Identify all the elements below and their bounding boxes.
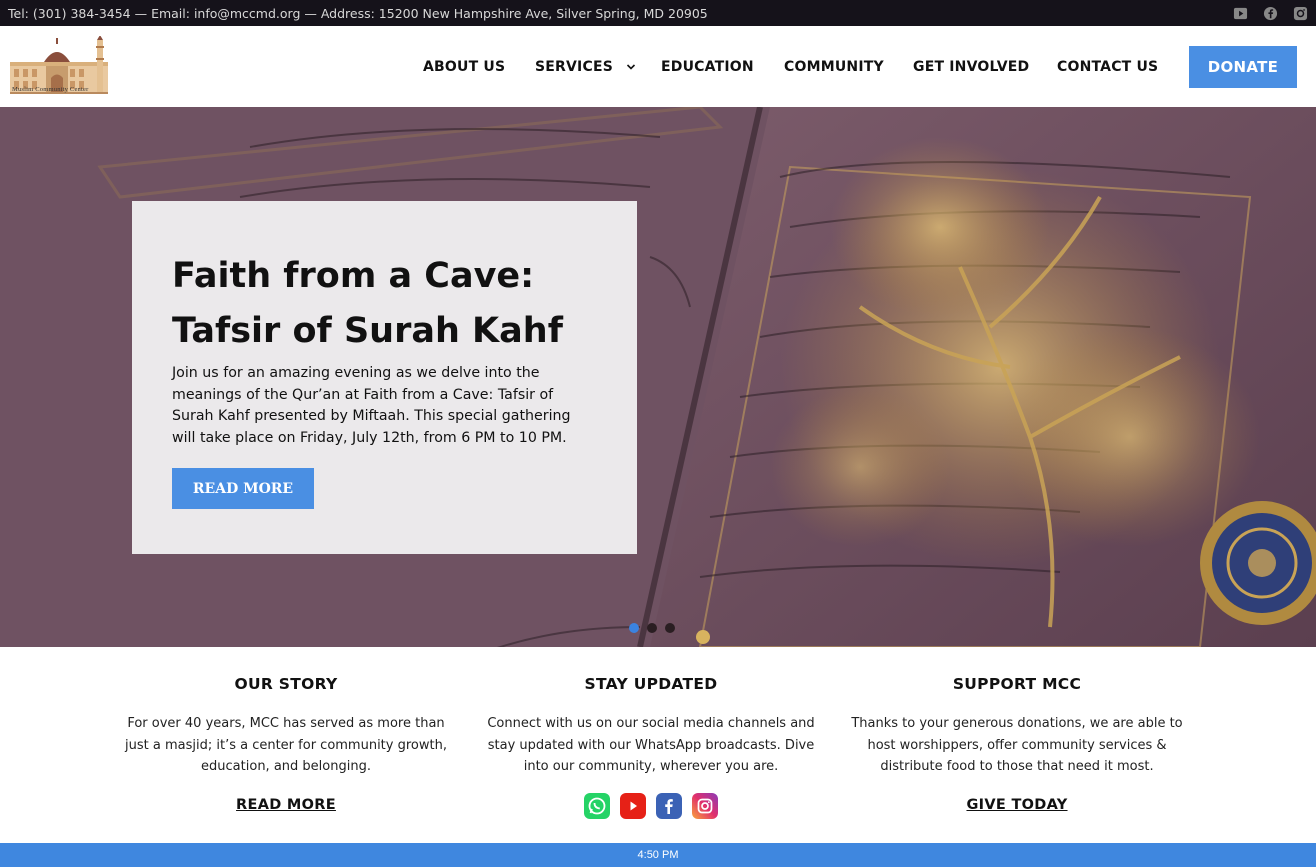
our-story-heading: OUR STORY	[234, 675, 338, 693]
nav-about-us[interactable]: ABOUT US	[423, 59, 505, 75]
youtube-icon[interactable]	[620, 793, 646, 819]
whatsapp-icon[interactable]	[584, 793, 610, 819]
bottom-bar: 4:50 PM	[0, 843, 1316, 867]
nav-community[interactable]: COMMUNITY	[784, 59, 884, 75]
nav-contact-us[interactable]: CONTACT US	[1057, 59, 1158, 75]
give-today-link[interactable]: GIVE TODAY	[847, 797, 1187, 813]
facebook-icon[interactable]	[1263, 6, 1278, 21]
nav-education[interactable]: EDUCATION	[661, 59, 754, 75]
stay-updated-heading: STAY UPDATED	[584, 675, 718, 693]
top-bar: Tel: (301) 384-3454 — Email: info@mccmd.…	[0, 0, 1316, 26]
our-story-text: For over 40 years, MCC has served as mor…	[125, 716, 447, 774]
hero-slider: Faith from a Cave: Tafsir of Surah Kahf …	[0, 107, 1316, 647]
slider-dot-3[interactable]	[665, 623, 675, 633]
donate-button[interactable]: DONATE	[1189, 46, 1297, 88]
hero-title: Faith from a Cave: Tafsir of Surah Kahf	[172, 256, 563, 351]
youtube-icon[interactable]	[1233, 6, 1248, 21]
chevron-down-icon	[626, 59, 636, 75]
support-mcc-text: Thanks to your generous donations, we ar…	[851, 716, 1183, 774]
social-icons	[481, 793, 821, 819]
hero-read-more-button[interactable]: READ MORE	[172, 468, 314, 509]
facebook-icon[interactable]	[656, 793, 682, 819]
info-section: OUR STORY For over 40 years, MCC has ser…	[0, 647, 1316, 843]
slider-dot-1[interactable]	[629, 623, 639, 633]
slider-dot-2[interactable]	[647, 623, 657, 633]
hero-card: Faith from a Cave: Tafsir of Surah Kahf …	[132, 201, 637, 554]
clock-time: 4:50 PM	[637, 849, 679, 861]
contact-info: Tel: (301) 384-3454 — Email: info@mccmd.…	[8, 5, 708, 21]
instagram-icon[interactable]	[1293, 6, 1308, 21]
instagram-icon[interactable]	[692, 793, 718, 819]
support-mcc-heading: SUPPORT MCC	[952, 675, 1082, 693]
slider-dots	[629, 623, 675, 633]
our-story-read-more-link[interactable]: READ MORE	[116, 797, 456, 813]
stay-updated-text: Connect with us on our social media chan…	[487, 716, 815, 774]
nav-get-involved[interactable]: GET INVOLVED	[913, 59, 1029, 75]
hero-description: Join us for an amazing evening as we del…	[172, 365, 571, 446]
nav-services[interactable]: SERVICES	[535, 59, 636, 75]
nav-services-label: SERVICES	[535, 59, 613, 75]
logo-caption: Muslim Community Center	[12, 86, 89, 93]
top-social-links	[1233, 6, 1308, 21]
